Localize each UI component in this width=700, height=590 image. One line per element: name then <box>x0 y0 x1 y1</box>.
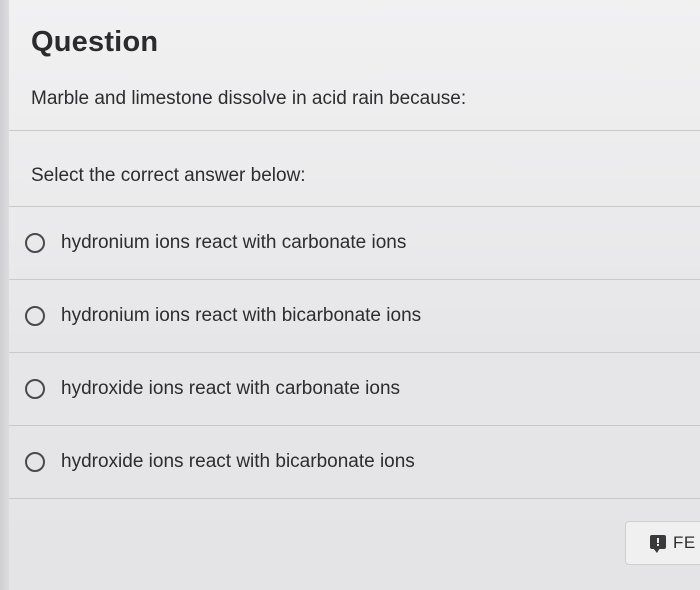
option-label: hydronium ions react with carbonate ions <box>61 232 407 253</box>
feedback-icon <box>650 535 666 553</box>
answer-option-1[interactable]: hydronium ions react with carbonate ions <box>9 207 700 279</box>
question-title: Question <box>31 26 159 58</box>
feedback-label: FE <box>673 533 696 552</box>
radio-button[interactable] <box>25 306 45 326</box>
radio-button[interactable] <box>25 379 45 399</box>
feedback-button[interactable]: FE <box>625 521 700 565</box>
radio-button[interactable] <box>25 452 45 472</box>
question-panel: Question Marble and limestone dissolve i… <box>9 0 700 590</box>
radio-button[interactable] <box>25 233 45 253</box>
answer-option-2[interactable]: hydronium ions react with bicarbonate io… <box>9 280 700 352</box>
screen: Question Marble and limestone dissolve i… <box>0 0 700 590</box>
option-label: hydroxide ions react with bicarbonate io… <box>61 451 415 472</box>
screen-edge <box>0 0 9 590</box>
answer-option-4[interactable]: hydroxide ions react with bicarbonate io… <box>9 426 700 498</box>
option-label: hydroxide ions react with carbonate ions <box>61 378 401 399</box>
divider <box>9 130 700 131</box>
answer-option-3[interactable]: hydroxide ions react with carbonate ions <box>9 353 700 425</box>
question-prompt: Marble and limestone dissolve in acid ra… <box>31 88 467 109</box>
answer-instruction: Select the correct answer below: <box>31 165 306 186</box>
divider <box>9 498 700 499</box>
option-label: hydronium ions react with bicarbonate io… <box>61 305 422 326</box>
